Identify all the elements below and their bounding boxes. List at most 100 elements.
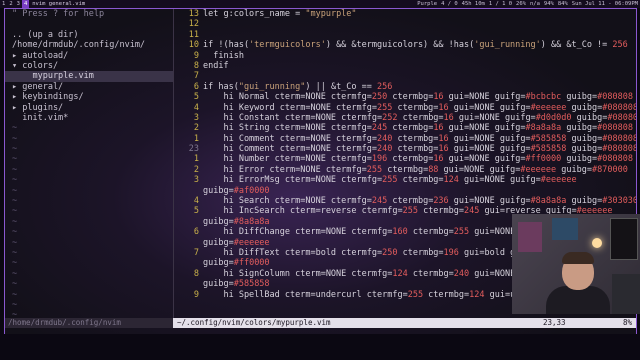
workspace-button[interactable]: 3 xyxy=(15,0,22,8)
empty-line-tilde: ~ xyxy=(12,164,18,175)
tree-root-path: /home/drmdub/.config/nvim/ xyxy=(12,40,146,51)
code-token: #eeeeee xyxy=(233,237,270,248)
code-token: guibg= xyxy=(561,154,598,165)
code-token: guibg= xyxy=(566,196,603,207)
code-line[interactable]: 23 hi Comment cterm=NONE ctermfg=240 cte… xyxy=(175,144,636,154)
code-token: 240 xyxy=(377,133,393,144)
code-line[interactable]: 7 xyxy=(175,71,636,81)
code-token: ctermbg= xyxy=(397,112,444,123)
code-token: #ff0000 xyxy=(525,154,562,165)
status-item: 4 / 0 xyxy=(441,1,458,7)
command-line[interactable] xyxy=(0,334,640,360)
code-line[interactable]: 3 hi Constant cterm=NONE ctermfg=252 cte… xyxy=(175,113,636,123)
code-token: endif xyxy=(203,60,229,71)
code-token: #080808 xyxy=(597,123,633,134)
code-token: 16 xyxy=(433,154,444,165)
code-line[interactable]: 8 endif xyxy=(175,61,636,71)
code-token: guibg= xyxy=(556,164,592,175)
editor-statusline: ~/.config/nvim/colors/mypurple.vim 23,33… xyxy=(173,318,636,328)
webcam-overlay xyxy=(512,214,640,314)
code-token: ctermbg= xyxy=(417,206,465,217)
code-token: finish xyxy=(203,50,244,61)
code-line[interactable]: 9 finish xyxy=(175,51,636,61)
empty-line-tilde: ~ xyxy=(12,206,18,217)
code-token: 245 xyxy=(464,206,480,217)
code-line[interactable]: 5 hi Normal cterm=NONE ctermfg=250 cterm… xyxy=(175,92,636,102)
code-token: #eeeeee xyxy=(530,102,567,113)
code-token: 256 xyxy=(377,81,393,92)
code-token: guibg= xyxy=(203,258,234,269)
code-token: 255 xyxy=(407,289,424,300)
tree-item[interactable]: ▸ autoload/ xyxy=(5,51,173,61)
code-token: hi DiffText cterm=bold ctermfg= xyxy=(203,247,383,258)
workspace-button[interactable]: 2 xyxy=(7,0,14,8)
code-token: ctermbg= xyxy=(397,175,444,186)
tree-item[interactable]: ▾ colors/ xyxy=(5,61,173,71)
code-token: hi IncSearch cterm=reverse ctermfg= xyxy=(203,206,403,217)
code-token: #080808 xyxy=(607,112,636,123)
code-token: #8a8a8a xyxy=(530,196,567,207)
empty-line-tilde: ~ xyxy=(12,279,18,290)
tree-item[interactable]: init.vim* xyxy=(5,113,173,123)
code-line[interactable]: 11 xyxy=(175,30,636,40)
code-token: 16 xyxy=(438,133,449,144)
code-token: #eeeeee xyxy=(520,164,557,175)
wall-poster xyxy=(552,218,578,240)
code-line[interactable]: 4 hi Search cterm=NONE ctermfg=245 cterm… xyxy=(175,196,636,206)
status-item: 1 / 1 0 xyxy=(488,1,513,7)
code-token: ctermbg= xyxy=(382,164,429,175)
tree-item[interactable]: mypurple.vim xyxy=(5,71,173,82)
code-line[interactable]: 2 hi Error cterm=NONE ctermfg=255 ctermb… xyxy=(175,165,636,175)
code-token: 16 xyxy=(438,102,449,113)
line-number: 6 xyxy=(193,81,199,92)
top-status-bar: 1 2 3 4 nvim general.vim Purple 4 / 0 45h 10m 1 … xyxy=(0,0,640,8)
code-token: ctermbg= xyxy=(397,247,444,258)
code-token: hi Search cterm=NONE ctermfg= xyxy=(203,196,372,207)
status-item: Purple xyxy=(417,1,438,7)
code-line[interactable]: 10 if !(has('termguicolors') && &termguic… xyxy=(175,40,636,50)
code-token: ctermbg= xyxy=(423,289,470,300)
line-number: 4 xyxy=(193,102,199,113)
code-token: guibg= xyxy=(571,112,608,123)
code-line[interactable]: 6 if has("gui_running") || &t_Co == 256 xyxy=(175,82,636,92)
code-token: #080808 xyxy=(602,144,636,155)
system-status: Purple 4 / 0 45h 10m 1 / 1 0 26% n/a 94% 84% Sun… xyxy=(413,0,638,8)
code-line[interactable]: 12 xyxy=(175,19,636,29)
tree-item[interactable]: ▸ keybindings/ xyxy=(5,92,173,102)
code-token: #ff0000 xyxy=(233,258,270,269)
empty-line-tilde: ~ xyxy=(12,175,18,186)
code-token: 196 xyxy=(371,154,388,165)
code-token: gui=NONE guifg= xyxy=(438,164,521,175)
empty-line-tilde: ~ xyxy=(12,227,18,238)
workspace-button[interactable]: 4 xyxy=(21,0,30,8)
code-token: ) && &t_Co != xyxy=(540,40,613,51)
code-line[interactable]: 2 hi String cterm=NONE ctermfg=245 cterm… xyxy=(175,123,636,133)
status-item: 45h 10m xyxy=(461,1,485,7)
code-line[interactable]: 1 hi Comment cterm=NONE ctermfg=240 cter… xyxy=(175,134,636,144)
code-token: gui=NONE guifg= xyxy=(443,154,526,165)
code-token: ctermbg= xyxy=(392,144,439,155)
line-number: 8 xyxy=(193,60,199,71)
code-token: #af0000 xyxy=(233,185,270,196)
nerdtree-panel[interactable]: " Press ? for help .. (up a dir)/home/drm… xyxy=(5,9,174,318)
code-line[interactable]: 1 hi Number cterm=NONE ctermfg=196 cterm… xyxy=(175,154,636,164)
code-token: 16 xyxy=(438,144,449,155)
code-token: hi Comment cterm=NONE ctermfg= xyxy=(203,133,377,144)
code-token: if has( xyxy=(203,81,239,92)
tree-item[interactable]: ▸ general/ xyxy=(5,82,173,92)
empty-line-tilde: ~ xyxy=(12,247,18,258)
status-filename: ~/.config/nvim/colors/mypurple.vim xyxy=(177,318,331,327)
tree-item[interactable]: ▸ plugins/ xyxy=(5,103,173,113)
line-number: 7 xyxy=(193,71,199,82)
code-line[interactable]: 13 let g:colors_name = "mypurple" xyxy=(175,9,636,19)
code-line[interactable]: guibg=#af0000 xyxy=(175,186,636,196)
tree-up-dir[interactable]: .. (up a dir) xyxy=(5,30,173,40)
code-token: ctermbg= xyxy=(407,227,454,238)
code-line[interactable]: 4 hi Keyword cterm=NONE ctermfg=255 cter… xyxy=(175,103,636,113)
code-token: gui=NONE guifg= xyxy=(453,112,536,123)
line-number: 9 xyxy=(193,50,199,61)
empty-line-tilde: ~ xyxy=(12,258,18,269)
workspace-button[interactable]: 1 xyxy=(0,0,7,8)
code-line[interactable]: 3 hi ErrorMsg cterm=NONE ctermfg=255 cte… xyxy=(175,175,636,185)
line-number: 4 xyxy=(193,196,199,207)
